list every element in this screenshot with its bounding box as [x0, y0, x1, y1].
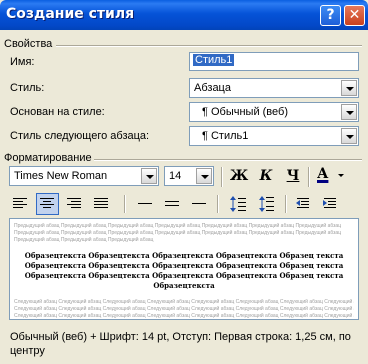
chevron-down-icon[interactable]	[341, 80, 357, 96]
align-right-button[interactable]	[64, 194, 84, 214]
toolbar-separator	[221, 167, 223, 187]
previous-paragraph-line: Предыдущий абзац Предыдущий абзац Предыд…	[14, 223, 342, 229]
increase-indent-button[interactable]	[321, 194, 341, 214]
space-before-button[interactable]	[228, 194, 248, 214]
font-value: Times New Roman	[14, 170, 108, 182]
caret-down-icon	[338, 174, 344, 177]
align-center-button[interactable]	[37, 194, 58, 214]
name-label: Имя:	[10, 56, 35, 68]
line-spacing-single-button[interactable]	[135, 194, 155, 214]
space-after-button[interactable]	[256, 194, 276, 214]
dialog-title: Создание стиля	[6, 6, 135, 22]
previous-paragraph-line: Предыдущий абзац Предыдущий абзац Предыд…	[14, 237, 154, 243]
based-on-select[interactable]: ¶ Обычный (веб)	[189, 102, 359, 122]
bold-button[interactable]: Ж	[228, 165, 250, 187]
style-type-value: Абзаца	[194, 82, 231, 94]
chevron-down-icon[interactable]	[341, 128, 357, 144]
previous-paragraph-line: Предыдущий абзац Предыдущий абзац Предыд…	[14, 230, 342, 236]
decrease-indent-button[interactable]	[294, 194, 314, 214]
font-color-button[interactable]: А	[314, 165, 348, 187]
sample-text: Образецтекста Образецтекста Образецтекст…	[24, 251, 344, 290]
create-style-dialog: Создание стиля ? ✕ Свойства Имя: Стиль1 …	[0, 0, 368, 364]
name-input-value: Стиль1	[193, 54, 235, 66]
help-button[interactable]: ?	[320, 5, 341, 26]
font-color-letter: А	[317, 166, 329, 182]
chevron-down-icon[interactable]	[341, 104, 357, 120]
style-description: Обычный (веб) + Шрифт: 14 pt, Отступ: Пе…	[10, 331, 351, 357]
next-style-label: Стиль следующего абзаца:	[10, 130, 150, 142]
formatting-divider	[94, 159, 362, 161]
next-paragraph-line: Следующий абзац Следующий абзац Следующи…	[14, 306, 354, 312]
next-paragraph-line: Следующий абзац Следующий абзац Следующи…	[14, 313, 354, 319]
italic-button[interactable]: К	[255, 165, 277, 187]
title-bar[interactable]: Создание стиля ? ✕	[0, 0, 368, 30]
align-left-button[interactable]	[10, 194, 30, 214]
style-type-label: Стиль:	[10, 82, 45, 94]
properties-divider	[56, 45, 362, 47]
next-paragraph-line: Следующий абзац Следующий абзац Следующи…	[14, 299, 354, 305]
properties-section-label: Свойства	[4, 38, 53, 50]
chevron-down-icon[interactable]	[141, 168, 157, 184]
font-select[interactable]: Times New Roman	[9, 166, 159, 186]
underline-button[interactable]: Ч	[282, 165, 304, 187]
name-input[interactable]: Стиль1	[189, 52, 359, 71]
paragraph-toolbar	[0, 192, 368, 216]
style-type-select[interactable]: Абзаца	[189, 78, 359, 98]
toolbar-separator	[308, 167, 310, 187]
style-preview: Предыдущий абзац Предыдущий абзац Предыд…	[9, 218, 359, 320]
chevron-down-icon[interactable]	[196, 168, 212, 184]
next-style-value: ¶ Стиль1	[202, 130, 249, 142]
line-spacing-1-5-button[interactable]	[162, 194, 182, 214]
based-on-value: ¶ Обычный (веб)	[202, 106, 288, 118]
close-button[interactable]: ✕	[344, 5, 365, 26]
line-spacing-double-button[interactable]	[189, 194, 209, 214]
font-size-value: 14	[169, 170, 182, 182]
based-on-label: Основан на стиле:	[10, 106, 105, 118]
justify-button[interactable]	[91, 194, 111, 214]
next-style-select[interactable]: ¶ Стиль1	[189, 126, 359, 146]
formatting-section-label: Форматирование	[4, 152, 92, 164]
font-size-select[interactable]: 14	[164, 166, 214, 186]
